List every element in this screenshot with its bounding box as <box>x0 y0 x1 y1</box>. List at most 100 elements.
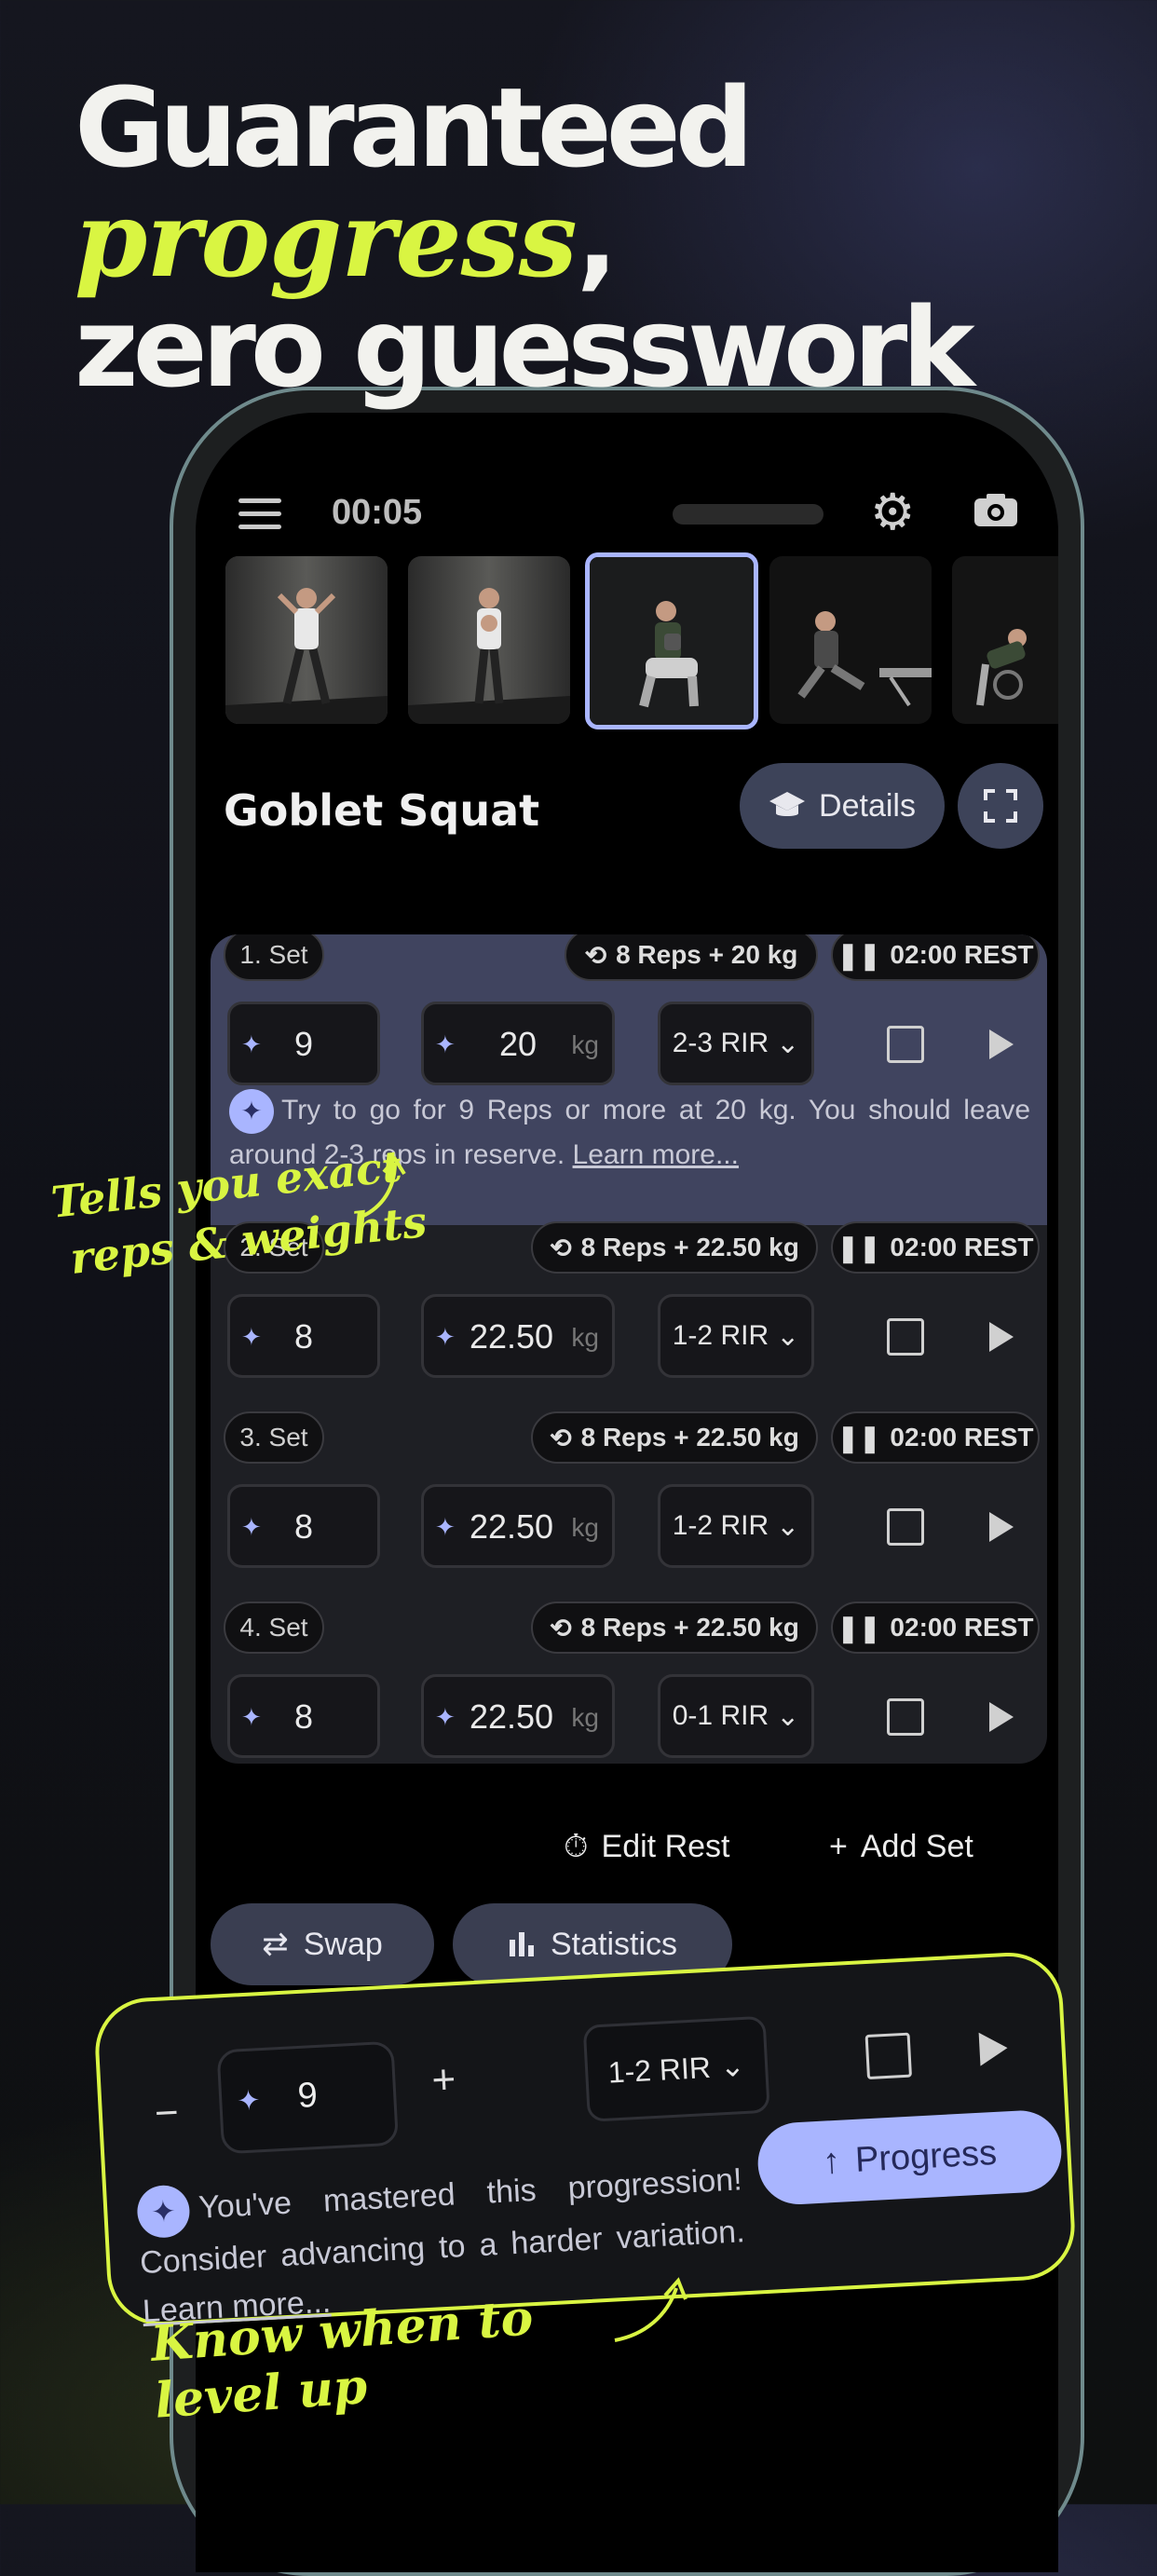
pause-icon: ❚❚ <box>837 940 881 970</box>
set-2-target-text: 8 Reps + 22.50 kg <box>580 1233 799 1261</box>
thumbnail-1[interactable] <box>225 556 388 724</box>
increment-button[interactable]: + <box>430 2056 456 2104</box>
plus-icon: + <box>829 1829 848 1864</box>
exercise-thumbnails <box>225 552 1058 729</box>
callout-play-icon[interactable] <box>978 2031 1009 2066</box>
set-2-rest[interactable]: ❚❚ 02:00 REST <box>831 1221 1040 1274</box>
menu-icon[interactable] <box>238 498 281 530</box>
tip-learn-more-link[interactable]: Learn more... <box>573 1139 739 1170</box>
set-3-rest[interactable]: ❚❚ 02:00 REST <box>831 1411 1040 1464</box>
set-4-target-text: 8 Reps + 22.50 kg <box>580 1613 799 1642</box>
set-4-weight-field[interactable]: ✦ 22.50 kg <box>421 1674 615 1758</box>
set-4-reps-field[interactable]: ✦ 8 <box>227 1674 380 1758</box>
callout-rir: 1-2 RIR <box>606 2050 712 2090</box>
chevron-down-icon: ⌄ <box>718 2048 746 2084</box>
set-3-rest-text: 02:00 REST <box>890 1423 1034 1452</box>
headline-line-1: Guaranteed <box>75 63 754 192</box>
set-3-checkbox[interactable] <box>887 1508 924 1546</box>
callout-rir-select[interactable]: 1-2 RIR ⌄ <box>582 2015 770 2122</box>
pause-icon: ❚❚ <box>837 1233 881 1262</box>
top-bar: 00:05 ⚙ <box>196 487 1058 543</box>
dynamic-island <box>673 504 824 525</box>
details-label: Details <box>819 787 916 824</box>
set-1-rest-text: 02:00 REST <box>890 940 1034 969</box>
set-3-target-text: 8 Reps + 22.50 kg <box>580 1423 799 1452</box>
level-up-callout: − ✦ 9 + 1-2 RIR ⌄ ✦ You've mastered this pr… <box>92 1950 1078 2329</box>
history-icon: ⟲ <box>584 940 607 970</box>
expand-icon <box>984 789 1017 823</box>
camera-icon[interactable] <box>973 491 1019 528</box>
set-3-play-icon[interactable] <box>989 1512 1014 1542</box>
callout-reps-field[interactable]: ✦ 9 <box>216 2040 400 2155</box>
add-set-button[interactable]: + Add Set <box>829 1829 973 1865</box>
history-icon: ⟲ <box>550 1423 572 1452</box>
set-4-rest-text: 02:00 REST <box>890 1613 1034 1642</box>
set-2-play-icon[interactable] <box>989 1322 1014 1352</box>
headline-comma: , <box>576 173 619 302</box>
callout-reps: 9 <box>296 2076 319 2117</box>
swap-button[interactable]: ⇄ Swap <box>211 1903 434 1985</box>
fullscreen-button[interactable] <box>958 763 1043 849</box>
history-icon: ⟲ <box>550 1613 572 1642</box>
thumbnail-5[interactable] <box>952 556 1058 724</box>
set-3-rir-select[interactable]: 1-2 RIR ⌄ <box>658 1484 814 1568</box>
set-4-play-icon[interactable] <box>989 1702 1014 1732</box>
set-1-rest[interactable]: ❚❚ 02:00 REST <box>831 934 1040 981</box>
chevron-down-icon: ⌄ <box>776 1510 800 1542</box>
set-2-checkbox[interactable] <box>887 1318 924 1356</box>
callout-checkbox[interactable] <box>864 2032 913 2080</box>
set-3-unit: kg <box>571 1513 599 1542</box>
set-1-weight-field[interactable]: ✦ 20 kg <box>421 1002 615 1085</box>
swap-arrows-icon: ⇄ <box>262 1927 289 1962</box>
history-icon: ⟲ <box>550 1233 572 1262</box>
set-1-play-icon[interactable] <box>989 1029 1014 1059</box>
pause-icon: ❚❚ <box>837 1613 881 1642</box>
set-1-target: ⟲ 8 Reps + 20 kg <box>565 934 818 981</box>
headline-accent: progress <box>75 179 578 301</box>
decrement-button[interactable]: − <box>154 2090 180 2137</box>
chevron-down-icon: ⌄ <box>776 1700 800 1732</box>
set-1-reps: 9 <box>293 1025 314 1063</box>
set-4-reps: 8 <box>293 1697 314 1736</box>
workout-timer: 00:05 <box>332 493 423 532</box>
progress-label: Progress <box>853 2133 998 2180</box>
set-3-weight-field[interactable]: ✦ 22.50 kg <box>421 1484 615 1568</box>
set-4-rir-select[interactable]: 0-1 RIR ⌄ <box>658 1674 814 1758</box>
add-set-label: Add Set <box>860 1829 973 1864</box>
set-4-rest[interactable]: ❚❚ 02:00 REST <box>831 1601 1040 1654</box>
arrow-up-icon: ↑ <box>821 2141 842 2182</box>
annotation-arrow-1 <box>361 1155 406 1219</box>
headline: Guaranteed progress, zero guesswork <box>75 73 1099 402</box>
set-2-rir-select[interactable]: 1-2 RIR ⌄ <box>658 1294 814 1378</box>
thumbnail-3-selected[interactable] <box>585 552 758 729</box>
set-3-label: 3. Set <box>224 1411 324 1464</box>
swap-label: Swap <box>303 1926 383 1962</box>
ai-sparkle-icon: ✦ <box>229 1089 274 1135</box>
edit-rest-button[interactable]: ⏱ Edit Rest <box>564 1829 729 1865</box>
set-3-rir: 1-2 RIR <box>672 1510 769 1541</box>
stopwatch-icon: ⏱ <box>564 1829 589 1864</box>
set-2-weight-field[interactable]: ✦ 22.50 kg <box>421 1294 615 1378</box>
set-4-checkbox[interactable] <box>887 1698 924 1736</box>
progress-button[interactable]: ↑ Progress <box>755 2108 1064 2207</box>
set-1-target-text: 8 Reps + 20 kg <box>616 940 798 969</box>
ai-sparkle-icon: ✦ <box>136 2184 191 2240</box>
set-4-target: ⟲ 8 Reps + 22.50 kg <box>531 1601 818 1654</box>
set-1-rir-select[interactable]: 2-3 RIR ⌄ <box>658 1002 814 1085</box>
set-1-label: 1. Set <box>224 934 324 981</box>
set-1-checkbox[interactable] <box>887 1026 924 1063</box>
set-2-rest-text: 02:00 REST <box>890 1233 1034 1261</box>
set-3-reps-field[interactable]: ✦ 8 <box>227 1484 380 1568</box>
set-1-rir: 2-3 RIR <box>672 1028 769 1058</box>
set-2-reps-field[interactable]: ✦ 8 <box>227 1294 380 1378</box>
progression-text: You've mastered this progression! Consid… <box>139 2161 746 2282</box>
thumbnail-4[interactable] <box>769 556 932 724</box>
set-2-target: ⟲ 8 Reps + 22.50 kg <box>531 1221 818 1274</box>
gear-icon[interactable]: ⚙ <box>870 487 915 538</box>
bar-chart-icon <box>509 1932 534 1956</box>
thumbnail-2[interactable] <box>408 556 570 724</box>
details-button[interactable]: Details <box>740 763 945 849</box>
set-1-unit: kg <box>571 1030 599 1059</box>
set-1-reps-field[interactable]: ✦ 9 <box>227 1002 380 1085</box>
chevron-down-icon: ⌄ <box>776 1028 800 1059</box>
